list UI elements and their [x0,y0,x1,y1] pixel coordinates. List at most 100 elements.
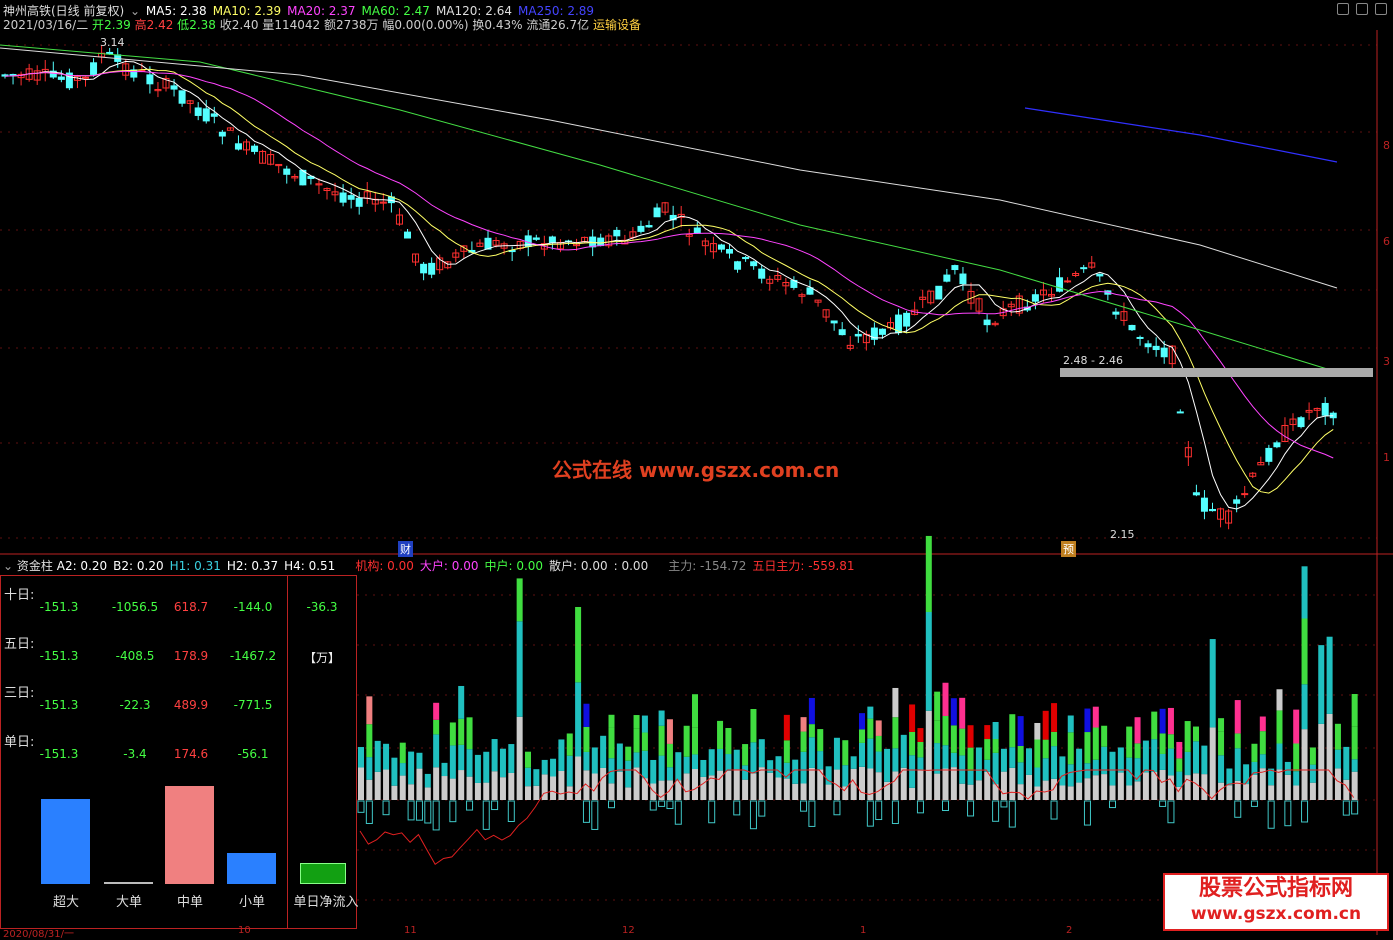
fund-bar-segment [892,771,899,800]
maximize-window-icon[interactable] [1356,3,1368,15]
fund-bar-segment [1209,639,1216,728]
outflow-bar [1267,800,1275,829]
yu-tag[interactable]: 预 [1061,541,1076,557]
fund-bar-segment [1251,743,1258,762]
fund-bar-segment [725,754,732,771]
fund-bar-segment [433,767,440,800]
fund-bar-segment [491,771,498,800]
fund-bar-segment [391,757,398,786]
outflow-bar [1008,800,1016,828]
indicator-value: H4: 0.51 [284,559,336,573]
fund-bar-segment [433,702,440,720]
date-tick: 10 [238,925,251,936]
candle-body [194,107,202,116]
fund-bar-segment [967,747,974,771]
ma10-line [4,68,1334,494]
fund-bar-segment [708,749,715,776]
fund-bar-segment [608,714,615,728]
fund-bar-segment [950,725,957,753]
close-window-icon[interactable] [1375,3,1387,15]
candle-body [806,287,814,295]
fund-bar-segment [616,771,623,800]
fund-bar-segment [1318,723,1325,800]
fund-bar-segment [892,748,899,772]
fund-bar-segment [959,697,966,729]
fund-bar-segment [1059,785,1066,800]
turnover-value: 0.43% [484,18,523,32]
fund-bar-segment [1343,746,1350,780]
candle-body [170,85,178,90]
fund-bar-segment [1134,743,1141,759]
box-range-label: 2.48 - 2.46 [1063,354,1123,367]
fund-bar-segment [909,731,916,756]
candle-body [428,262,436,275]
fund-bar-segment [817,729,824,752]
fund-bar-segment [1167,734,1174,749]
candle-body [951,265,959,271]
candle-body [210,113,218,117]
candle-body [1064,280,1072,283]
fund-bar-segment [917,769,924,800]
collapse-icon[interactable]: ⌄ [3,559,13,573]
outflow-bar [1109,800,1116,809]
outflow-bar [658,800,666,807]
fund-bar-segment [1276,710,1283,744]
fund-bar-segment [1109,785,1116,800]
fund-bar-segment [499,748,506,778]
fund-bar-segment [516,621,523,717]
fund-bar-segment [742,765,749,780]
fund-bar-segment [800,731,807,752]
indicator-value: 散户: 0.00 [549,559,608,573]
fund-bar-segment [1209,727,1216,800]
candle-body [1144,343,1152,348]
fund-bar-segment [1301,566,1308,619]
fund-bar-segment [909,755,916,788]
fund-bar-segment [1243,764,1250,785]
restore-window-icon[interactable] [1337,3,1349,15]
fund-bar-segment [934,773,941,800]
indicator-value: 主力: -154.72 [668,559,747,573]
high-value: 2.42 [146,18,174,32]
fund-bar-segment [975,747,982,781]
fund-bar-segment [833,737,840,770]
indicator-name[interactable]: 资金柱 [17,559,53,573]
fund-bar-segment [449,745,456,779]
fund-bar-segment [859,766,865,800]
candle-body [1297,417,1305,428]
outflow-bar [1351,800,1359,815]
fund-bar-segment [1159,733,1166,754]
outflow-bar [1050,800,1058,820]
outflow-bar [482,800,490,830]
cai-tag[interactable]: 财 [398,541,413,557]
candle-body [484,237,492,250]
net-flow-value: -36.3 [306,600,338,614]
indicator-value: 机构: 0.00 [355,559,414,573]
fund-bar-segment [850,756,857,769]
outflow-bar [891,800,899,825]
outflow-bar [491,800,499,811]
fund-bar-segment [633,715,640,729]
volume-value: 114042 [274,18,321,32]
fund-bar-segment [1109,751,1116,786]
fund-bar-segment [1326,713,1333,800]
outflow-bar [649,800,657,811]
fund-bar-segment [967,725,974,748]
fund-bar-segment [399,775,406,800]
fund-bar-segment [366,779,373,800]
fund-bar-segment [541,759,548,775]
fund-bar-segment [1184,751,1191,776]
fund-bar-segment [1301,729,1308,800]
candle-body [1112,311,1120,315]
fund-bar-segment [875,772,882,800]
fund-bar-segment [1351,759,1358,772]
fund-bar-segment [508,772,515,800]
candle-body [637,225,645,232]
flow-value: -771.5 [233,698,273,712]
fund-bar-segment [1284,774,1291,800]
fund-bar-segment [792,783,799,800]
candle-body [854,333,862,337]
net-inflow-bar [300,863,346,884]
fund-bar-segment [700,759,707,777]
fund-bar-segment [1176,741,1183,759]
fund-bar-segment [1092,727,1099,760]
